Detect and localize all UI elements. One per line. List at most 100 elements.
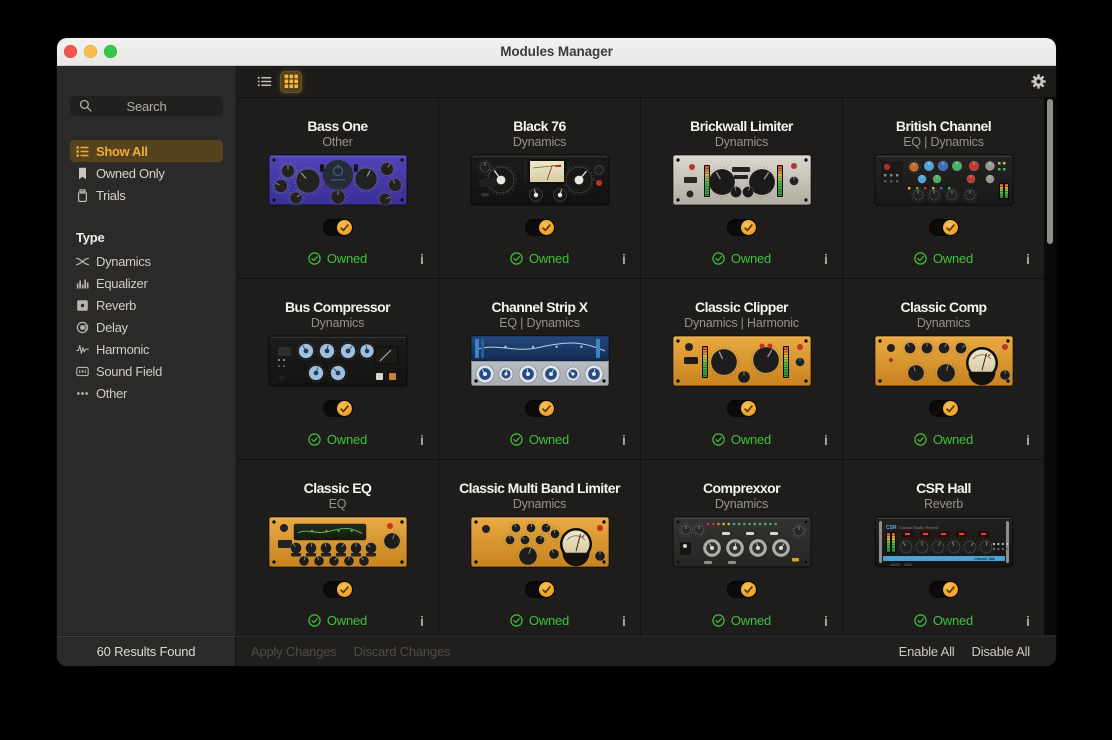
- modules-grid: Bass OneOtherOwnediBlack 76DynamicsOwned…: [237, 97, 1044, 635]
- title-bar[interactable]: Modules Manager: [57, 38, 1056, 66]
- module-title: Brickwall Limiter: [641, 118, 842, 134]
- module-type: Dynamics | Harmonic: [641, 316, 842, 330]
- module-title: Classic Multi Band Limiter: [439, 480, 640, 496]
- toggle-knob: [337, 220, 352, 235]
- module-status-row: Ownedi: [843, 613, 1044, 629]
- owned-label: Owned: [529, 613, 569, 628]
- module-type: EQ | Dynamics: [843, 135, 1044, 149]
- module-card: Classic CompDynamicsOwnedi: [843, 279, 1044, 459]
- close-button[interactable]: [64, 45, 77, 58]
- sidebar-item-label: Show All: [96, 144, 148, 159]
- owned-check-icon: [914, 614, 927, 627]
- enable-all-button[interactable]: Enable All: [899, 644, 955, 659]
- sidebar-item-label: Dynamics: [96, 254, 151, 269]
- module-info-button[interactable]: i: [417, 432, 427, 448]
- disable-all-button[interactable]: Disable All: [972, 644, 1031, 659]
- toggle-knob: [741, 582, 756, 597]
- module-info-button[interactable]: i: [1023, 613, 1033, 629]
- owned-check-icon: [510, 252, 523, 265]
- sidebar-item-label: Owned Only: [96, 166, 165, 181]
- module-enable-toggle[interactable]: [323, 581, 353, 598]
- module-info-button[interactable]: i: [821, 432, 831, 448]
- svg-text:CSR: CSR: [886, 525, 897, 531]
- type-list: Dynamics EqualizerReverbDelay Harmonic Soun…: [70, 250, 223, 404]
- owned-check-icon: [308, 433, 321, 446]
- search-input[interactable]: Search: [70, 96, 223, 116]
- toolbar: [237, 66, 1056, 97]
- module-info-button[interactable]: i: [417, 251, 427, 267]
- module-enable-toggle[interactable]: [525, 400, 555, 417]
- scrollbar-thumb[interactable]: [1047, 99, 1053, 244]
- module-status-row: Ownedi: [237, 432, 438, 448]
- module-card: CSR HallReverbCSRClassic Studio ReverbCl…: [843, 460, 1044, 635]
- list-view-button[interactable]: [253, 71, 275, 93]
- sidebar-item-label: Harmonic: [96, 342, 149, 357]
- module-type: Dynamics: [641, 135, 842, 149]
- owned-check-icon: [308, 252, 321, 265]
- module-card: Bus CompressorDynamicsOwnedi: [237, 279, 438, 459]
- module-enable-toggle[interactable]: [929, 400, 959, 417]
- module-info-button[interactable]: i: [417, 613, 427, 629]
- sidebar-item-equalizer[interactable]: Equalizer: [70, 272, 223, 294]
- search-placeholder: Search: [127, 99, 167, 114]
- sidebar-item-delay[interactable]: Delay: [70, 316, 223, 338]
- discard-changes-button[interactable]: Discard Changes: [354, 644, 451, 659]
- module-enable-toggle[interactable]: [323, 219, 353, 236]
- module-status-row: Owned i: [843, 432, 1044, 448]
- module-status-row: Owned i: [439, 613, 640, 629]
- module-enable-toggle[interactable]: [525, 219, 555, 236]
- owned-status: Owned: [237, 251, 438, 266]
- zoom-button[interactable]: [104, 45, 117, 58]
- owned-label: Owned: [327, 251, 367, 266]
- apply-changes-button[interactable]: Apply Changes: [251, 644, 337, 659]
- module-enable-toggle[interactable]: [727, 581, 757, 598]
- module-enable-toggle[interactable]: [727, 400, 757, 417]
- sidebar-item-trials[interactable]: Trials: [70, 184, 223, 206]
- module-card: Bass OneOtherOwnedi: [237, 98, 438, 278]
- grid-view-button[interactable]: [280, 71, 302, 93]
- minimize-button[interactable]: [84, 45, 97, 58]
- module-title: Classic Clipper: [641, 299, 842, 315]
- owned-label: Owned: [933, 432, 973, 447]
- scrollbar-track[interactable]: [1044, 97, 1056, 635]
- main-area: Bass OneOtherOwnediBlack 76DynamicsOwned…: [236, 66, 1056, 635]
- module-info-button[interactable]: i: [619, 432, 629, 448]
- module-type: Dynamics: [641, 497, 842, 511]
- module-enable-toggle[interactable]: [727, 219, 757, 236]
- module-status-row: Ownedi: [843, 251, 1044, 267]
- module-image: [641, 516, 842, 568]
- owned-status: Owned: [843, 251, 1044, 266]
- module-enable-toggle[interactable]: [929, 581, 959, 598]
- module-enable-toggle[interactable]: [323, 400, 353, 417]
- sidebar-item-other[interactable]: Other: [70, 382, 223, 404]
- sidebar-item-owned-only[interactable]: Owned Only: [70, 162, 223, 184]
- delay-icon: [76, 321, 89, 334]
- module-info-button[interactable]: i: [619, 613, 629, 629]
- sidebar-item-sound-field[interactable]: Sound Field: [70, 360, 223, 382]
- module-type: EQ | Dynamics: [439, 316, 640, 330]
- module-image: [439, 335, 640, 387]
- module-status-row: Ownedi: [439, 432, 640, 448]
- app-window: Modules Manager Search Show All Owned Onl…: [57, 38, 1056, 666]
- module-enable-toggle[interactable]: [929, 219, 959, 236]
- module-info-button[interactable]: i: [821, 251, 831, 267]
- search-icon: [79, 99, 92, 112]
- module-info-button[interactable]: i: [1023, 432, 1033, 448]
- harmonic-icon: [76, 343, 89, 356]
- module-info-button[interactable]: i: [1023, 251, 1033, 267]
- module-title: Channel Strip X: [439, 299, 640, 315]
- module-card: British ChannelEQ | DynamicsOwnedi: [843, 98, 1044, 278]
- sidebar-item-reverb[interactable]: Reverb: [70, 294, 223, 316]
- svg-text:Classik Hall: Classik Hall: [974, 557, 995, 561]
- owned-check-icon: [712, 614, 725, 627]
- module-info-button[interactable]: i: [821, 613, 831, 629]
- module-enable-toggle[interactable]: [525, 581, 555, 598]
- sidebar-item-show-all[interactable]: Show All: [70, 140, 223, 162]
- module-title: Bass One: [237, 118, 438, 134]
- sidebar-item-dynamics[interactable]: Dynamics: [70, 250, 223, 272]
- module-info-button[interactable]: i: [619, 251, 629, 267]
- owned-check-icon: [510, 433, 523, 446]
- owned-label: Owned: [731, 432, 771, 447]
- settings-button[interactable]: [1027, 71, 1049, 93]
- sidebar-item-harmonic[interactable]: Harmonic: [70, 338, 223, 360]
